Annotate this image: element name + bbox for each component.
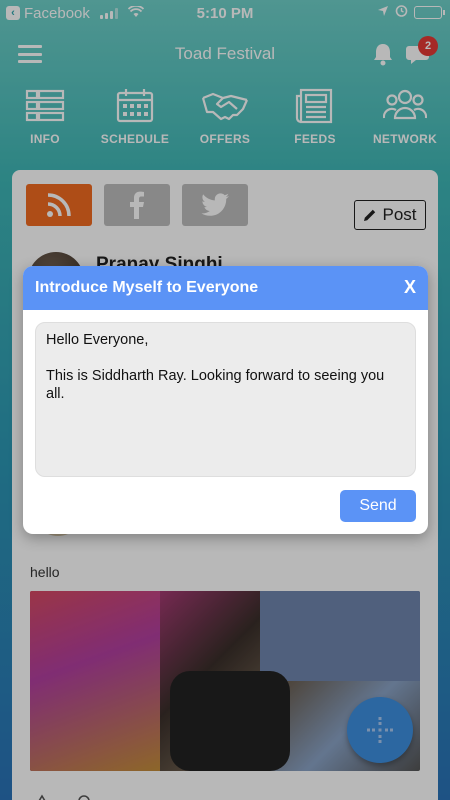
- app-screen: ‹ Facebook 5:10 PM Toad Festival 2 INFO …: [0, 0, 450, 800]
- introduce-modal: Introduce Myself to Everyone X Hello Eve…: [23, 266, 428, 534]
- send-button[interactable]: Send: [340, 490, 416, 522]
- modal-header: Introduce Myself to Everyone X: [23, 266, 428, 310]
- message-textarea[interactable]: Hello Everyone, This is Siddharth Ray. L…: [35, 322, 416, 477]
- modal-title: Introduce Myself to Everyone: [35, 279, 259, 296]
- close-button[interactable]: X: [404, 277, 416, 298]
